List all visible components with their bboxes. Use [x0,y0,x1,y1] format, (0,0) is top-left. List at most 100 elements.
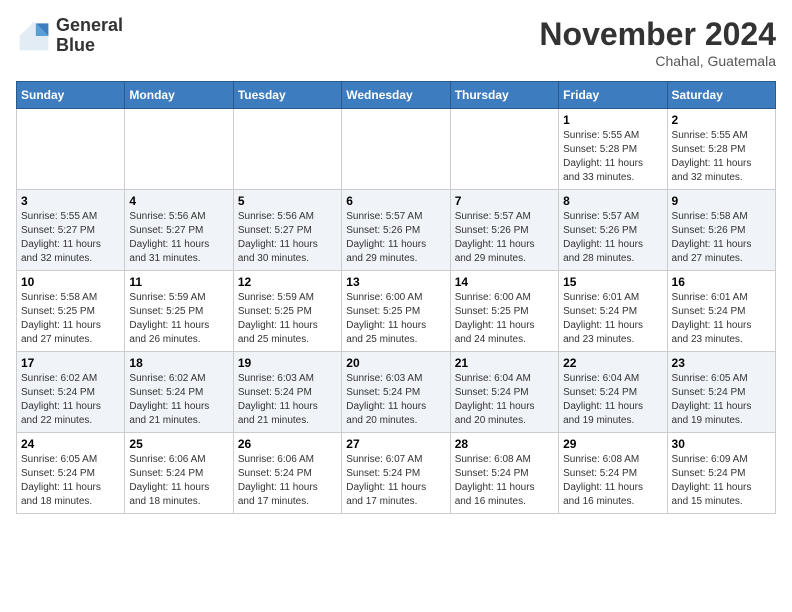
day-number: 13 [346,275,445,289]
calendar-cell: 25 Sunrise: 6:06 AM Sunset: 5:24 PM Dayli… [125,433,233,514]
day-number: 28 [455,437,554,451]
day-number: 5 [238,194,337,208]
day-info: Sunrise: 5:55 AM Sunset: 5:28 PM Dayligh… [672,129,771,185]
calendar-cell: 21 Sunrise: 6:04 AM Sunset: 5:24 PM Dayli… [450,352,558,433]
calendar-cell: 13Sunrise: 6:00 AM Sunset: 5:25 PM Dayli… [342,271,450,352]
weekday-header-monday: Monday [125,82,233,109]
day-number: 22 [563,356,662,370]
logo-icon [16,18,52,54]
day-number: 27 [346,437,445,451]
calendar-cell: 26 Sunrise: 6:06 AM Sunset: 5:24 PM Dayli… [233,433,341,514]
day-number: 26 [238,437,337,451]
logo-text: General Blue [56,16,123,56]
calendar-cell: 3 Sunrise: 5:55 AM Sunset: 5:27 PM Daylig… [17,190,125,271]
day-info: Sunrise: 6:04 AM Sunset: 5:24 PM Dayligh… [563,372,662,428]
calendar-cell: 28 Sunrise: 6:08 AM Sunset: 5:24 PM Dayli… [450,433,558,514]
day-number: 12 [238,275,337,289]
logo: General Blue [16,16,123,56]
calendar-week-row: 10 Sunrise: 5:58 AM Sunset: 5:25 PM Dayli… [17,271,776,352]
calendar-table: SundayMondayTuesdayWednesdayThursdayFrid… [16,81,776,514]
logo-line2: Blue [56,36,123,56]
page-header: General Blue November 2024 Chahal, Guate… [16,16,776,69]
day-info: Sunrise: 6:04 AM Sunset: 5:24 PM Dayligh… [455,372,554,428]
calendar-cell: 18Sunrise: 6:02 AM Sunset: 5:24 PM Dayli… [125,352,233,433]
day-info: Sunrise: 6:08 AM Sunset: 5:24 PM Dayligh… [563,453,662,509]
day-info: Sunrise: 5:55 AM Sunset: 5:28 PM Dayligh… [563,129,662,185]
day-number: 29 [563,437,662,451]
day-info: Sunrise: 5:57 AM Sunset: 5:26 PM Dayligh… [563,210,662,266]
calendar-week-row: 17 Sunrise: 6:02 AM Sunset: 5:24 PM Dayli… [17,352,776,433]
calendar-cell: 14Sunrise: 6:00 AM Sunset: 5:25 PM Dayli… [450,271,558,352]
day-info: Sunrise: 6:06 AM Sunset: 5:24 PM Dayligh… [129,453,228,509]
day-number: 1 [563,113,662,127]
day-info: Sunrise: 5:58 AM Sunset: 5:26 PM Dayligh… [672,210,771,266]
day-number: 7 [455,194,554,208]
day-number: 20 [346,356,445,370]
calendar-week-row: 3 Sunrise: 5:55 AM Sunset: 5:27 PM Daylig… [17,190,776,271]
day-number: 15 [563,275,662,289]
calendar-week-row: 24 Sunrise: 6:05 AM Sunset: 5:24 PM Dayli… [17,433,776,514]
logo-line1: General [56,16,123,36]
calendar-cell: 1 Sunrise: 5:55 AM Sunset: 5:28 PM Daylig… [559,109,667,190]
calendar-cell: 10 Sunrise: 5:58 AM Sunset: 5:25 PM Dayli… [17,271,125,352]
calendar-cell: 22 Sunrise: 6:04 AM Sunset: 5:24 PM Dayli… [559,352,667,433]
day-info: Sunrise: 6:03 AM Sunset: 5:24 PM Dayligh… [238,372,337,428]
weekday-header-row: SundayMondayTuesdayWednesdayThursdayFrid… [17,82,776,109]
day-info: Sunrise: 6:09 AM Sunset: 5:24 PM Dayligh… [672,453,771,509]
calendar-cell: 2 Sunrise: 5:55 AM Sunset: 5:28 PM Daylig… [667,109,775,190]
weekday-header-thursday: Thursday [450,82,558,109]
calendar-cell [125,109,233,190]
weekday-header-wednesday: Wednesday [342,82,450,109]
day-info: Sunrise: 6:03 AM Sunset: 5:24 PM Dayligh… [346,372,445,428]
day-info: Sunrise: 6:06 AM Sunset: 5:24 PM Dayligh… [238,453,337,509]
day-number: 9 [672,194,771,208]
day-number: 24 [21,437,120,451]
day-info: Sunrise: 6:02 AM Sunset: 5:24 PM Dayligh… [21,372,120,428]
calendar-cell: 9 Sunrise: 5:58 AM Sunset: 5:26 PM Daylig… [667,190,775,271]
day-number: 30 [672,437,771,451]
calendar-cell: 8 Sunrise: 5:57 AM Sunset: 5:26 PM Daylig… [559,190,667,271]
day-info: Sunrise: 5:57 AM Sunset: 5:26 PM Dayligh… [346,210,445,266]
calendar-cell: 19 Sunrise: 6:03 AM Sunset: 5:24 PM Dayli… [233,352,341,433]
day-number: 8 [563,194,662,208]
calendar-cell: 17 Sunrise: 6:02 AM Sunset: 5:24 PM Dayli… [17,352,125,433]
calendar-cell: 23 Sunrise: 6:05 AM Sunset: 5:24 PM Dayli… [667,352,775,433]
day-info: Sunrise: 6:08 AM Sunset: 5:24 PM Dayligh… [455,453,554,509]
calendar-cell [450,109,558,190]
day-info: Sunrise: 6:01 AM Sunset: 5:24 PM Dayligh… [672,291,771,347]
day-info: Sunrise: 6:05 AM Sunset: 5:24 PM Dayligh… [21,453,120,509]
calendar-cell: 20 Sunrise: 6:03 AM Sunset: 5:24 PM Dayli… [342,352,450,433]
weekday-header-sunday: Sunday [17,82,125,109]
day-number: 10 [21,275,120,289]
calendar-cell: 24 Sunrise: 6:05 AM Sunset: 5:24 PM Dayli… [17,433,125,514]
calendar-cell: 5 Sunrise: 5:56 AM Sunset: 5:27 PM Daylig… [233,190,341,271]
day-info: Sunrise: 5:56 AM Sunset: 5:27 PM Dayligh… [238,210,337,266]
day-number: 17 [21,356,120,370]
day-info: Sunrise: 5:55 AM Sunset: 5:27 PM Dayligh… [21,210,120,266]
day-number: 21 [455,356,554,370]
calendar-cell [233,109,341,190]
day-number: 14 [455,275,554,289]
calendar-cell: 29 Sunrise: 6:08 AM Sunset: 5:24 PM Dayli… [559,433,667,514]
calendar-cell [342,109,450,190]
day-info: Sunrise: 6:07 AM Sunset: 5:24 PM Dayligh… [346,453,445,509]
weekday-header-saturday: Saturday [667,82,775,109]
calendar-cell: 15 Sunrise: 6:01 AM Sunset: 5:24 PM Dayli… [559,271,667,352]
calendar-cell: 27 Sunrise: 6:07 AM Sunset: 5:24 PM Dayli… [342,433,450,514]
calendar-cell: 16Sunrise: 6:01 AM Sunset: 5:24 PM Dayli… [667,271,775,352]
day-number: 2 [672,113,771,127]
day-number: 19 [238,356,337,370]
title-block: November 2024 Chahal, Guatemala [539,16,776,69]
calendar-cell: 30 Sunrise: 6:09 AM Sunset: 5:24 PM Dayli… [667,433,775,514]
calendar-cell [17,109,125,190]
calendar-cell: 12Sunrise: 5:59 AM Sunset: 5:25 PM Dayli… [233,271,341,352]
day-info: Sunrise: 5:58 AM Sunset: 5:25 PM Dayligh… [21,291,120,347]
day-number: 23 [672,356,771,370]
day-info: Sunrise: 6:05 AM Sunset: 5:24 PM Dayligh… [672,372,771,428]
day-number: 25 [129,437,228,451]
calendar-cell: 6Sunrise: 5:57 AM Sunset: 5:26 PM Daylig… [342,190,450,271]
calendar-cell: 7Sunrise: 5:57 AM Sunset: 5:26 PM Daylig… [450,190,558,271]
day-number: 3 [21,194,120,208]
day-info: Sunrise: 6:02 AM Sunset: 5:24 PM Dayligh… [129,372,228,428]
day-info: Sunrise: 6:01 AM Sunset: 5:24 PM Dayligh… [563,291,662,347]
